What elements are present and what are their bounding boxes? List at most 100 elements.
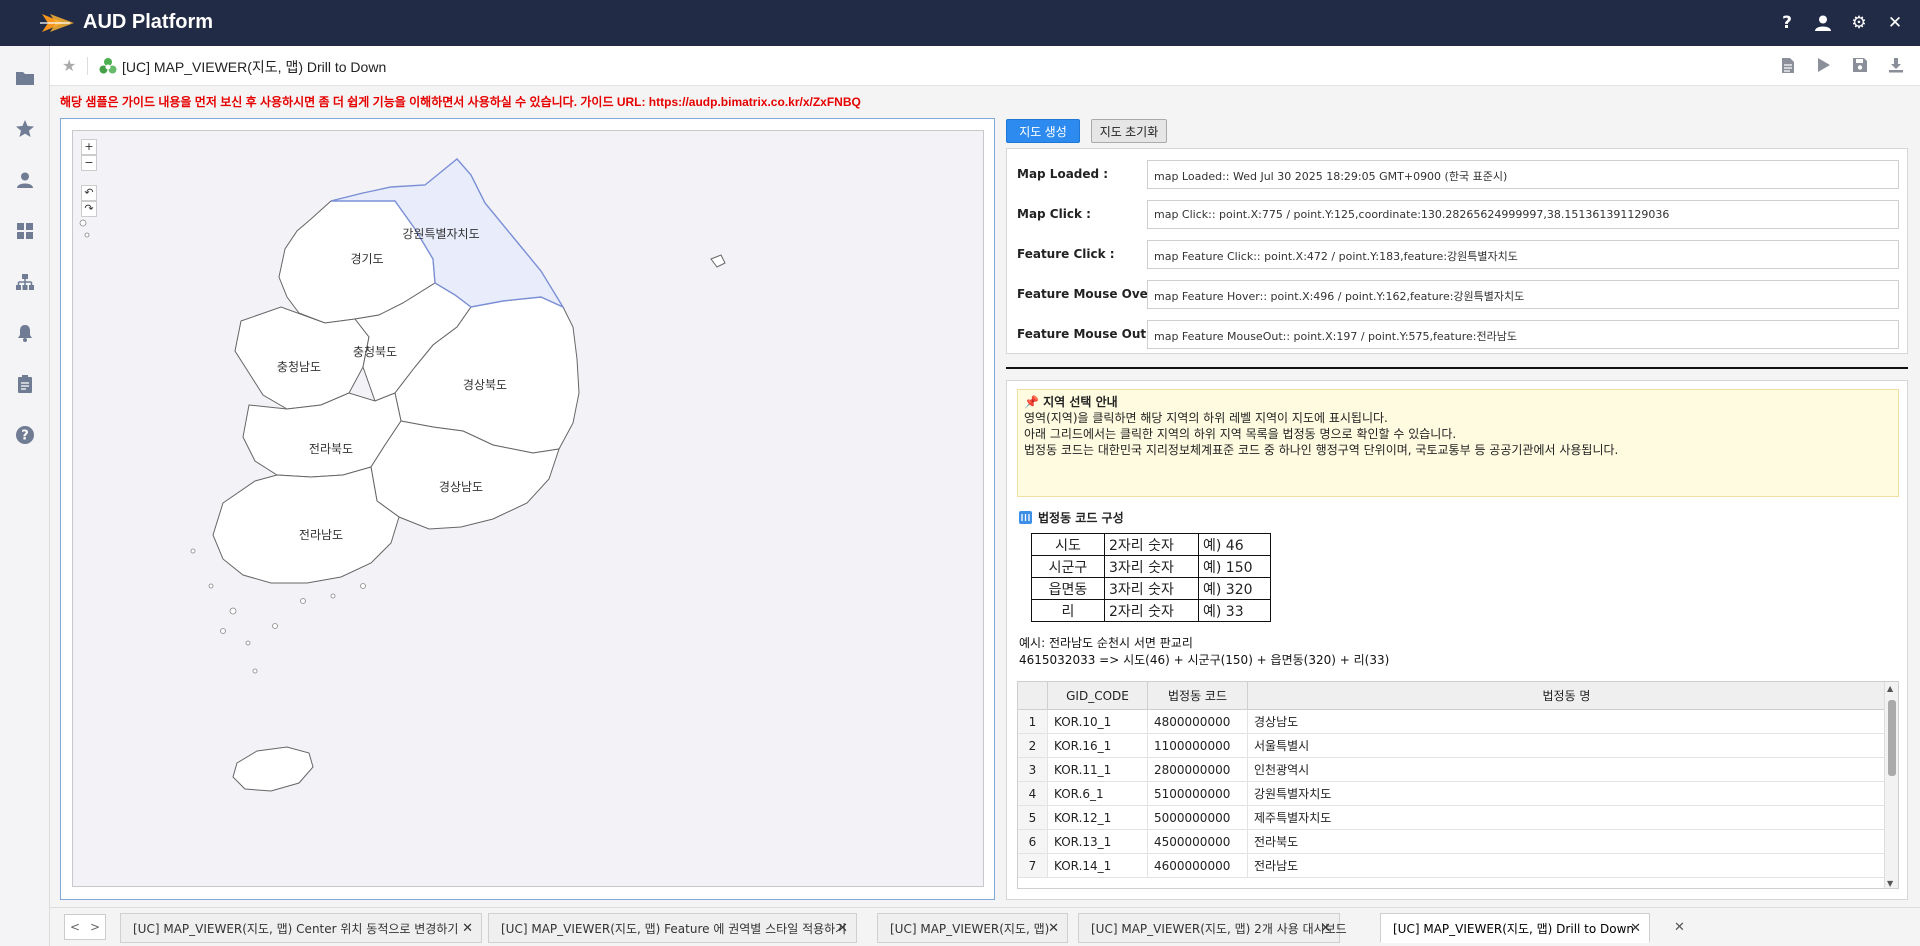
- chevron-left-icon[interactable]: <: [70, 920, 80, 934]
- close-all-tabs-icon[interactable]: ✕: [1674, 920, 1685, 935]
- name-cell: 제주특별자치도: [1248, 806, 1886, 829]
- code-digits: 2자리 숫자: [1104, 599, 1199, 622]
- code-cell: 1100000000: [1148, 734, 1248, 757]
- close-icon[interactable]: ✕: [1320, 921, 1331, 936]
- close-icon[interactable]: ✕: [837, 921, 848, 936]
- table-row[interactable]: 4 KOR.6_1 5100000000 강원특별자치도: [1018, 782, 1886, 806]
- code-cell: 5100000000: [1148, 782, 1248, 805]
- table-icon: [1019, 511, 1032, 524]
- map-viewer[interactable]: 강원특별자치도 경기도 충청남도 충청북도 경상북도 전라북도 경상남도 전라남…: [72, 130, 984, 887]
- code-example: 예) 150: [1198, 555, 1271, 578]
- code-cell: 2800000000: [1148, 758, 1248, 781]
- code-cell: 5000000000: [1148, 806, 1248, 829]
- name-cell: 강원특별자치도: [1248, 782, 1886, 805]
- create-map-button[interactable]: 지도 생성: [1006, 119, 1080, 143]
- tab-label: [UC] MAP_VIEWER(지도, 맵) Center 위치 동적으로 변경…: [133, 921, 459, 936]
- save-icon[interactable]: [1850, 55, 1870, 75]
- play-icon[interactable]: [1814, 55, 1834, 75]
- feature-mouse-over-field[interactable]: map Feature Hover:: point.X:496 / point.…: [1147, 280, 1899, 309]
- folder-icon[interactable]: [13, 66, 37, 90]
- event-row-map-loaded: Map Loaded : map Loaded:: Wed Jul 30 202…: [1007, 159, 1909, 189]
- region-guide-box: 📌 지역 선택 안내 영역(지역)을 클릭하면 해당 지역의 하위 레벨 지역이…: [1017, 389, 1899, 497]
- map-region-jeju: [232, 746, 314, 792]
- name-cell: 전라남도: [1248, 854, 1886, 877]
- star-icon[interactable]: [13, 117, 37, 141]
- scroll-up-icon[interactable]: ▲: [1887, 684, 1893, 693]
- undo-button[interactable]: ↶: [81, 185, 97, 201]
- row-number: 4: [1018, 782, 1048, 805]
- code-example: 예) 33: [1198, 599, 1271, 622]
- code-digits: 3자리 숫자: [1104, 555, 1199, 578]
- zoom-in-button[interactable]: +: [81, 139, 97, 155]
- close-icon[interactable]: ✕: [462, 921, 473, 936]
- map-region-jeonnam: [212, 466, 400, 584]
- scroll-thumb[interactable]: [1888, 700, 1896, 776]
- recycle-icon: [99, 58, 117, 74]
- zoom-out-button[interactable]: −: [81, 155, 97, 171]
- event-label: Feature Mouse Over :: [1017, 287, 1163, 301]
- gid-code-cell: KOR.12_1: [1048, 806, 1148, 829]
- chevron-right-icon[interactable]: >: [90, 920, 100, 934]
- help-icon[interactable]: ?: [13, 423, 37, 447]
- table-row[interactable]: 6 KOR.13_1 4500000000 전라북도: [1018, 830, 1886, 854]
- event-row-map-click: Map Click : map Click:: point.X:775 / po…: [1007, 199, 1909, 229]
- table-row[interactable]: 5 KOR.12_1 5000000000 제주특별자치도: [1018, 806, 1886, 830]
- code-name: 시군구: [1031, 555, 1105, 578]
- grid-column-header[interactable]: 법정동 코드: [1148, 682, 1248, 709]
- table-row[interactable]: 1 KOR.10_1 4800000000 경상남도: [1018, 710, 1886, 734]
- code-digits: 3자리 숫자: [1104, 577, 1199, 600]
- feature-click-field[interactable]: map Feature Click:: point.X:472 / point.…: [1147, 240, 1899, 269]
- divider: [1006, 367, 1908, 369]
- favorite-star-icon[interactable]: ★: [62, 56, 76, 75]
- map-label-jeonbuk: 전라북도: [309, 442, 353, 456]
- gear-icon[interactable]: ⚙: [1848, 12, 1870, 34]
- event-row-feature-click: Feature Click : map Feature Click:: poin…: [1007, 239, 1909, 269]
- tab-two-maps-dashboard[interactable]: [UC] MAP_VIEWER(지도, 맵) 2개 사용 대시보드 ✕: [1078, 913, 1347, 943]
- download-icon[interactable]: [1886, 55, 1906, 75]
- table-row[interactable]: 7 KOR.14_1 4600000000 전라남도: [1018, 854, 1886, 878]
- user-icon[interactable]: [1812, 12, 1834, 34]
- clipboard-icon[interactable]: [13, 372, 37, 396]
- document-tabs: < > [UC] MAP_VIEWER(지도, 맵) Center 위치 동적으…: [50, 907, 1920, 946]
- tab-center-position[interactable]: [UC] MAP_VIEWER(지도, 맵) Center 위치 동적으로 변경…: [120, 913, 482, 943]
- grid-column-header[interactable]: GID_CODE: [1048, 682, 1148, 709]
- tab-drill-to-down[interactable]: [UC] MAP_VIEWER(지도, 맵) Drill to Down ✕: [1380, 913, 1650, 943]
- event-row-feature-mouse-out: Feature Mouse Out : map Feature MouseOut…: [1007, 319, 1909, 349]
- map-label-jeonnam: 전라남도: [299, 528, 343, 542]
- grid-scrollbar[interactable]: ▲ ▼: [1884, 682, 1898, 888]
- guide-notice: 해당 샘플은 가이드 내용을 먼저 보신 후 사용하시면 좀 더 쉽게 기능을 …: [60, 95, 861, 109]
- table-row[interactable]: 2 KOR.16_1 1100000000 서울특별시: [1018, 734, 1886, 758]
- code-example: 예) 46: [1198, 533, 1271, 556]
- help-icon[interactable]: ?: [1776, 12, 1798, 34]
- scroll-down-icon[interactable]: ▼: [1887, 879, 1893, 888]
- map-label-gyeongbuk: 경상북도: [463, 378, 507, 392]
- document-icon[interactable]: [1778, 55, 1798, 75]
- grid-column-header[interactable]: 법정동 명: [1248, 682, 1886, 709]
- map-click-field[interactable]: map Click:: point.X:775 / point.Y:125,co…: [1147, 200, 1899, 229]
- event-label: Feature Mouse Out :: [1017, 327, 1156, 341]
- close-icon[interactable]: ✕: [1048, 921, 1059, 936]
- close-icon[interactable]: ✕: [1630, 921, 1641, 936]
- guide-line: 법정동 코드는 대한민국 지리정보체계표준 코드 중 하나인 행정구역 단위이며…: [1024, 443, 1619, 457]
- redo-button[interactable]: ↷: [81, 201, 97, 217]
- reset-map-button[interactable]: 지도 초기화: [1091, 119, 1167, 143]
- tab-nav-arrows[interactable]: < >: [64, 914, 106, 940]
- tab-map-viewer[interactable]: [UC] MAP_VIEWER(지도, 맵) ✕: [877, 913, 1068, 943]
- title-bar: ★ [UC] MAP_VIEWER(지도, 맵) Drill to Down: [50, 46, 1920, 86]
- user-icon[interactable]: [13, 168, 37, 192]
- code-row: 읍면동 3자리 숫자 예) 320: [1031, 577, 1271, 600]
- close-icon[interactable]: ✕: [1884, 12, 1906, 34]
- dashboard-icon[interactable]: [13, 219, 37, 243]
- tab-feature-style[interactable]: [UC] MAP_VIEWER(지도, 맵) Feature 에 권역별 스타일…: [488, 913, 857, 943]
- korea-map[interactable]: 강원특별자치도 경기도 충청남도 충청북도 경상북도 전라북도 경상남도 전라남…: [73, 131, 985, 888]
- region-grid[interactable]: GID_CODE 법정동 코드 법정동 명 1 KOR.10_1 4800000…: [1017, 681, 1899, 889]
- gid-code-cell: KOR.13_1: [1048, 830, 1148, 853]
- divider: [87, 57, 88, 75]
- map-loaded-field[interactable]: map Loaded:: Wed Jul 30 2025 18:29:05 GM…: [1147, 160, 1899, 189]
- feature-mouse-out-field[interactable]: map Feature MouseOut:: point.X:197 / poi…: [1147, 320, 1899, 349]
- top-bar: AUD Platform ? ⚙ ✕: [0, 0, 1920, 46]
- tab-label: [UC] MAP_VIEWER(지도, 맵) Drill to Down: [1393, 921, 1635, 936]
- bell-icon[interactable]: [13, 321, 37, 345]
- table-row[interactable]: 3 KOR.11_1 2800000000 인천광역시: [1018, 758, 1886, 782]
- hierarchy-icon[interactable]: [13, 270, 37, 294]
